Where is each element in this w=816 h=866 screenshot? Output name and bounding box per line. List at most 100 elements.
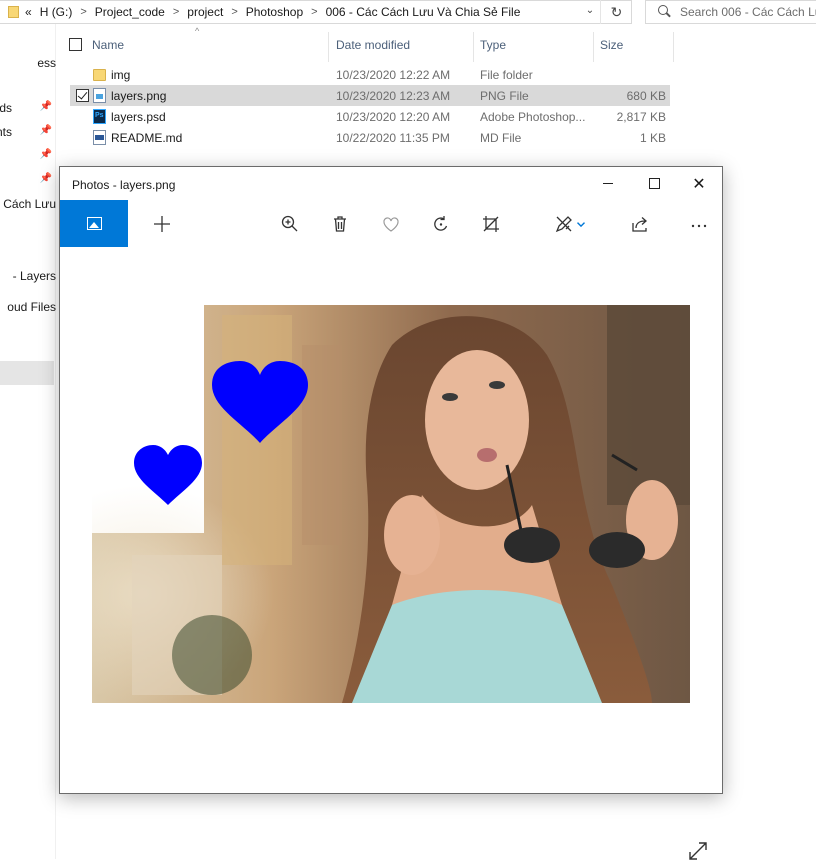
nav-item-pictures[interactable]: 📌	[0, 146, 56, 168]
folder-icon	[8, 6, 19, 18]
search-icon	[658, 5, 672, 19]
search-placeholder: Search 006 - Các Cách Lưu	[680, 5, 816, 19]
nav-item-downloads[interactable]: ds 📌	[0, 98, 56, 120]
zoom-button[interactable]	[278, 212, 302, 236]
file-name: layers.psd	[111, 110, 166, 124]
refresh-icon[interactable]: ↻	[600, 0, 632, 24]
share-button[interactable]	[628, 212, 652, 236]
overflow-crumbs[interactable]: «	[25, 5, 32, 19]
photo-canvas[interactable]	[60, 247, 722, 860]
window-title: Photos - layers.png	[72, 178, 176, 192]
close-button[interactable]: ✕	[676, 167, 722, 200]
nav-item-label: Cách Lưu	[3, 197, 56, 211]
file-name: README.md	[111, 131, 183, 145]
file-date: 10/22/2020 11:35 PM	[336, 131, 450, 145]
breadcrumb-project-code[interactable]: Project_code	[95, 5, 165, 19]
add-button[interactable]	[150, 212, 174, 236]
rotate-icon	[434, 216, 448, 231]
file-row-img[interactable]: img 10/23/2020 12:22 AM File folder	[70, 64, 670, 85]
column-header-size[interactable]: Size	[600, 38, 623, 52]
file-name: img	[111, 68, 131, 82]
png-file-icon	[93, 88, 106, 103]
title-bar[interactable]: Photos - layers.png ✕	[60, 167, 722, 200]
nav-item-label: ds	[0, 101, 12, 115]
file-date: 10/23/2020 12:22 AM	[336, 68, 451, 82]
folder-icon	[93, 69, 106, 81]
edit-dropdown-button[interactable]	[574, 212, 588, 236]
file-name: layers.png	[111, 89, 167, 103]
breadcrumb-photoshop[interactable]: Photoshop	[246, 5, 303, 19]
displayed-image	[92, 305, 690, 703]
file-date: 10/23/2020 12:23 AM	[336, 89, 451, 103]
address-bar[interactable]: « H (G:) > Project_code > project > Phot…	[0, 0, 632, 24]
file-type: MD File	[480, 131, 522, 145]
nav-item-label: ess	[37, 56, 56, 70]
photoshop-file-icon	[93, 109, 106, 124]
file-type: Adobe Photoshop...	[480, 110, 586, 124]
photo-view-button[interactable]	[60, 200, 128, 247]
nav-item-pinned[interactable]: 📌	[0, 170, 56, 192]
row-checkbox[interactable]	[76, 89, 89, 102]
file-type: PNG File	[480, 89, 529, 103]
select-all-checkbox[interactable]	[69, 38, 82, 51]
file-list-header: ^ Name Date modified Type Size	[57, 26, 677, 62]
breadcrumb-current-folder[interactable]: 006 - Các Cách Lưu Và Chia Sẻ File	[326, 5, 521, 19]
minimize-button[interactable]	[585, 167, 631, 200]
column-header-date[interactable]: Date modified	[336, 38, 410, 52]
nav-item-layers[interactable]: - Layers	[0, 266, 56, 288]
nav-item-label: nts	[0, 125, 12, 139]
sort-ascending-icon: ^	[195, 26, 200, 36]
file-size: 2,817 KB	[616, 110, 666, 124]
share-icon	[632, 217, 647, 232]
fullscreen-button[interactable]	[686, 839, 710, 863]
delete-button[interactable]	[328, 212, 352, 236]
nav-item-cloud-files[interactable]: oud Files	[0, 297, 56, 319]
chevron-right-icon[interactable]: >	[173, 6, 179, 18]
crop-button[interactable]	[479, 212, 503, 236]
file-date: 10/23/2020 12:20 AM	[336, 110, 451, 124]
favorite-icon	[383, 217, 399, 232]
nav-item-quick-access[interactable]: ess	[0, 53, 56, 75]
address-bar-row: « H (G:) > Project_code > project > Phot…	[0, 0, 816, 24]
more-button[interactable]	[687, 212, 711, 236]
pin-icon: 📌	[39, 173, 52, 184]
file-row-layers-psd[interactable]: layers.psd 10/23/2020 12:20 AM Adobe Pho…	[70, 106, 670, 127]
search-input[interactable]: Search 006 - Các Cách Lưu	[645, 0, 816, 24]
favorite-button[interactable]	[379, 212, 403, 236]
edit-draw-icon	[555, 216, 572, 233]
edit-draw-button[interactable]	[552, 212, 576, 236]
column-divider[interactable]	[593, 32, 594, 62]
breadcrumb-drive[interactable]: H (G:)	[40, 5, 73, 19]
breadcrumb-project[interactable]: project	[187, 5, 223, 19]
rotate-button[interactable]	[429, 212, 453, 236]
nav-item-label: - Layers	[12, 269, 56, 283]
photo-view-icon	[86, 217, 102, 230]
file-size: 680 KB	[626, 89, 666, 103]
column-divider[interactable]	[328, 32, 329, 62]
column-divider[interactable]	[673, 32, 674, 62]
more-icon	[691, 224, 707, 228]
column-header-name[interactable]: Name	[92, 38, 124, 52]
file-row-layers-png[interactable]: layers.png 10/23/2020 12:23 AM PNG File …	[70, 85, 670, 106]
add-icon	[154, 216, 170, 232]
markdown-file-icon	[93, 130, 106, 145]
maximize-button[interactable]	[631, 167, 677, 200]
nav-item-cach-luu[interactable]: Cách Lưu	[0, 194, 56, 216]
chevron-down-icon[interactable]: ⌄	[583, 5, 597, 16]
file-type: File folder	[480, 68, 533, 82]
navigation-pane: ess ds 📌 nts 📌 📌 📌 Cách Lưu - Layers oud…	[0, 24, 56, 859]
file-size: 1 KB	[639, 131, 666, 145]
photos-toolbar	[60, 200, 722, 247]
chevron-right-icon[interactable]: >	[231, 6, 237, 18]
pin-icon: 📌	[39, 101, 52, 112]
nav-item-selected[interactable]	[0, 361, 54, 385]
column-divider[interactable]	[473, 32, 474, 62]
file-row-readme[interactable]: README.md 10/22/2020 11:35 PM MD File 1 …	[70, 127, 670, 148]
column-header-type[interactable]: Type	[480, 38, 506, 52]
chevron-right-icon[interactable]: >	[311, 6, 317, 18]
expand-icon	[689, 842, 707, 860]
nav-item-documents[interactable]: nts 📌	[0, 122, 56, 144]
chevron-right-icon[interactable]: >	[80, 6, 86, 18]
delete-icon	[334, 216, 346, 232]
pin-icon: 📌	[39, 149, 52, 160]
